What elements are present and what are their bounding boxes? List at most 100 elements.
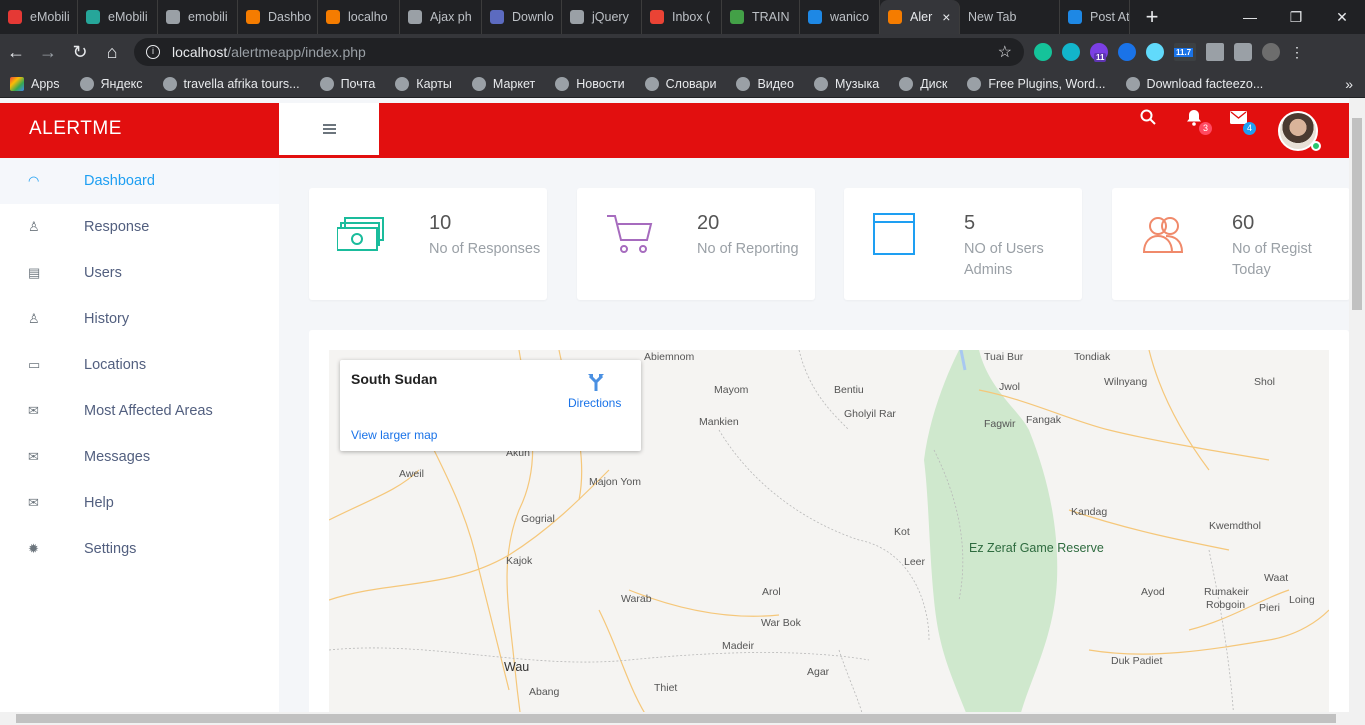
bookmark-item[interactable]: Почта	[319, 76, 375, 91]
sidebar-item-help[interactable]: ✉ Help	[0, 480, 279, 526]
react-icon[interactable]	[1146, 43, 1164, 61]
comment-icon: ▭	[28, 357, 41, 372]
archive-icon: ▤	[28, 265, 41, 280]
bookmark-item[interactable]: travella afrika tours...	[162, 76, 300, 91]
bookmark-favicon-icon	[395, 76, 410, 91]
browser-window-icon	[872, 212, 922, 256]
bookmark-apps[interactable]: Apps	[10, 76, 60, 91]
view-larger-map-link[interactable]: View larger map	[351, 428, 437, 442]
close-window-icon[interactable]: ✕	[1319, 9, 1365, 26]
envelope-icon[interactable]	[1230, 111, 1247, 124]
directions-icon[interactable]	[586, 372, 606, 392]
tab-label: Downlo	[512, 10, 554, 24]
home-icon[interactable]: ⌂	[96, 42, 128, 63]
map-place-label: Agar	[807, 666, 830, 678]
browser-tab[interactable]: Dashbo	[238, 0, 318, 34]
brand-logo[interactable]: ALERTME	[29, 118, 122, 140]
directions-link[interactable]: Directions	[568, 396, 621, 410]
profile-icon[interactable]	[1262, 43, 1280, 61]
bookmark-item[interactable]: Видео	[736, 76, 794, 91]
tab-close-icon[interactable]: ×	[942, 9, 950, 25]
sidebar-item-most-affected-areas[interactable]: ✉ Most Affected Areas	[0, 388, 279, 434]
browser-tab[interactable]: wanico	[800, 0, 880, 34]
map-info-popup: South Sudan Directions View larger map	[340, 360, 641, 451]
tab-label: Dashbo	[268, 10, 312, 24]
url-path: /alertmeapp/index.php	[227, 44, 366, 60]
puzzle-icon[interactable]	[1234, 43, 1252, 61]
sidebar-item-label: Help	[84, 495, 114, 511]
tab-favicon-icon	[490, 10, 504, 24]
map-place-label: Shol	[1254, 376, 1276, 388]
bookmark-item[interactable]: Free Plugins, Word...	[967, 76, 1106, 91]
browser-tab[interactable]: emobili	[158, 0, 238, 34]
stat-label: No of Regist Today	[1232, 241, 1312, 278]
bookmark-item[interactable]: Новости	[555, 76, 625, 91]
back-icon[interactable]: ←	[0, 42, 32, 63]
browser-tab[interactable]: Ajax ph	[400, 0, 482, 34]
clock-icon[interactable]	[1118, 43, 1136, 61]
minimize-icon[interactable]: —	[1227, 9, 1273, 26]
alertme-app: ALERTME 3 4 ◠ Dashboard ♙ Response ▤ Users ♙ Hi…	[0, 98, 1365, 720]
embedded-map[interactable]: Abiemnom Tuai Bur Tondiak Mayom Bentiu Jwol Wi…	[329, 350, 1329, 720]
tab-label: eMobili	[108, 10, 148, 24]
stat-label: NO of Users Admins	[964, 241, 1044, 278]
forward-icon[interactable]: →	[32, 42, 64, 63]
bookmark-item[interactable]: Диск	[899, 76, 947, 91]
sidebar-item-settings[interactable]: ✹ Settings	[0, 526, 279, 572]
extension-m-icon[interactable]	[1062, 43, 1080, 61]
browser-toolbar: ← → ↻ ⌂ i localhost/alertmeapp/index.php…	[0, 34, 1365, 70]
browser-tab[interactable]: jQuery	[562, 0, 642, 34]
search-icon[interactable]	[1140, 109, 1156, 125]
bookmark-item[interactable]: Маркет	[471, 76, 535, 91]
maximize-icon[interactable]: ❐	[1273, 9, 1319, 26]
online-status-dot	[1311, 141, 1321, 151]
browser-tab[interactable]: localho	[318, 0, 400, 34]
map-place-label: Wau	[504, 660, 530, 674]
bookmark-label: Видео	[757, 76, 794, 91]
site-info-icon[interactable]: i	[146, 45, 160, 59]
new-tab-icon[interactable]: +	[1138, 4, 1166, 30]
bookmark-item[interactable]: Словари	[644, 76, 716, 91]
bookmark-favicon-icon	[967, 76, 982, 91]
vertical-scroll-thumb[interactable]	[1352, 118, 1362, 310]
sidebar-item-dashboard[interactable]: ◠ Dashboard	[0, 158, 279, 204]
browser-tab[interactable]: eMobili	[78, 0, 158, 34]
map-place-label: Kwemdthol	[1209, 520, 1261, 532]
horizontal-scroll-thumb[interactable]	[16, 714, 1336, 723]
grammarly-icon[interactable]	[1034, 43, 1052, 61]
vertical-scrollbar[interactable]	[1349, 98, 1365, 712]
bookmark-item[interactable]: Яндекс	[79, 76, 143, 91]
browser-tab[interactable]: Aler ×	[880, 0, 960, 34]
browser-tab[interactable]: Inbox (	[642, 0, 722, 34]
tab-favicon-icon	[888, 10, 902, 24]
browser-tab[interactable]: Downlo	[482, 0, 562, 34]
address-bar[interactable]: i localhost/alertmeapp/index.php ☆	[134, 38, 1024, 66]
browser-tab[interactable]: eMobili	[0, 0, 78, 34]
browser-tab[interactable]: TRAIN	[722, 0, 800, 34]
reload-icon[interactable]: ↻	[64, 42, 96, 63]
bookmark-item[interactable]: Карты	[395, 76, 452, 91]
sidebar-item-response[interactable]: ♙ Response	[0, 204, 279, 250]
bookmark-item[interactable]: Музыка	[813, 76, 879, 91]
bookmarks-overflow-icon[interactable]: »	[1345, 76, 1353, 92]
map-place-label: Rumakeir	[1204, 586, 1249, 598]
sidebar-item-users[interactable]: ▤ Users	[0, 250, 279, 296]
menu-dots-icon[interactable]: ⋮	[1290, 43, 1304, 61]
horizontal-scrollbar[interactable]	[0, 712, 1365, 725]
menu-toggle-button[interactable]	[279, 103, 379, 155]
version-badge-icon[interactable]: 11.7	[1174, 43, 1196, 61]
cast-icon[interactable]	[1206, 43, 1224, 61]
bookmark-item[interactable]: Download facteezo...	[1125, 76, 1263, 91]
tab-label: emobili	[188, 10, 228, 24]
browser-tab[interactable]: Post Att	[1060, 0, 1130, 34]
browser-tab[interactable]: New Tab	[960, 0, 1060, 34]
bookmark-star-icon[interactable]: ☆	[998, 42, 1012, 62]
sidebar-item-messages[interactable]: ✉ Messages	[0, 434, 279, 480]
sidebar-item-locations[interactable]: ▭ Locations	[0, 342, 279, 388]
extension-badge-icon[interactable]: 11	[1090, 43, 1108, 62]
bookmark-favicon-icon	[555, 76, 570, 91]
url-host: localhost	[172, 44, 228, 60]
stat-card: 10 No of Responses	[309, 188, 547, 300]
sidebar-item-history[interactable]: ♙ History	[0, 296, 279, 342]
speedometer-icon: ◠	[28, 173, 40, 188]
